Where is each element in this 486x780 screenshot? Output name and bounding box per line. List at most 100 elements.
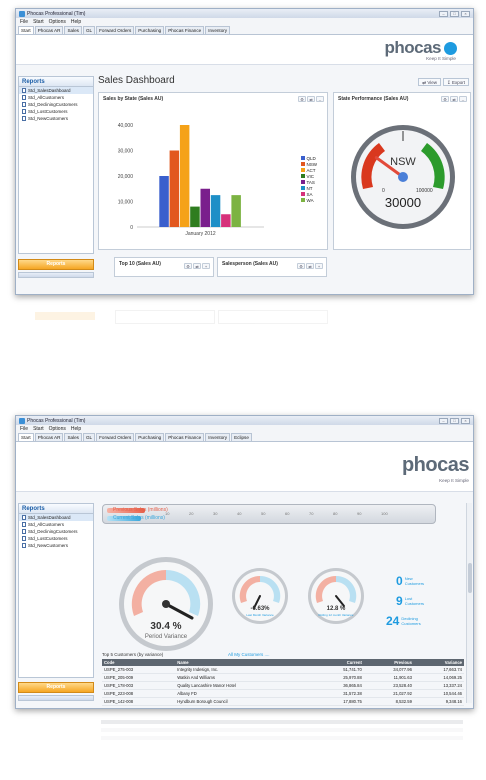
sidebar-item-sales-dashboard[interactable]: Std_SalesDashboard xyxy=(19,87,93,94)
reflection-panel xyxy=(115,310,215,324)
screenshot-sales-dashboard: Phocas Professional (Tim) – □ × File Sta… xyxy=(15,8,474,295)
minimize-panel-icon[interactable]: – xyxy=(459,96,467,102)
settings-icon[interactable]: ⚙ xyxy=(297,263,305,269)
tab-phocas-finance[interactable]: Phocas Finance xyxy=(165,433,205,441)
tab-purchasing[interactable]: Purchasing xyxy=(135,26,165,34)
table-row[interactable]: USPE_205-009 Watkin And Williams 25,970.88… xyxy=(102,673,464,682)
tab-sales[interactable]: Sales xyxy=(64,433,82,441)
sidebar-item-new-customers[interactable]: Std_NewCustomers xyxy=(19,115,93,122)
kpi-label: New Customers xyxy=(405,576,424,586)
bar-sa[interactable] xyxy=(221,214,231,227)
table-cell: USPE_178-003 xyxy=(102,681,176,690)
kpi-label: Declining Customers xyxy=(401,616,420,626)
menu-file[interactable]: File xyxy=(20,426,28,432)
legend-swatch xyxy=(300,162,305,166)
scrollbar-thumb[interactable] xyxy=(468,563,472,593)
menu-options[interactable]: Options xyxy=(49,426,66,432)
minimize-icon[interactable]: – xyxy=(439,417,448,424)
minimize-icon[interactable]: – xyxy=(439,10,448,17)
sidebar-item-lost-customers[interactable]: Std_LostCustomers xyxy=(19,535,93,542)
kpi-lost-customers[interactable]: 9 Lost Customers xyxy=(396,594,424,608)
maximize-icon[interactable]: □ xyxy=(450,417,459,424)
bar-nt[interactable] xyxy=(210,195,221,227)
table-row[interactable]: USPE_142-008 Hyndburn Borough Council 17,8… xyxy=(102,697,464,706)
table-cell: 25,970.88 xyxy=(313,673,364,682)
link-icon[interactable]: ⇄ xyxy=(193,263,201,269)
settings-icon[interactable]: ⚙ xyxy=(298,96,306,102)
sidebar-item-declining-customers[interactable]: Std_DecliningCustomers xyxy=(19,528,93,535)
minimize-panel-icon[interactable]: – xyxy=(316,96,324,102)
close-icon[interactable]: × xyxy=(461,417,470,424)
menu-start[interactable]: Start xyxy=(33,426,44,432)
bar-act[interactable] xyxy=(179,125,190,227)
tab-gl[interactable]: GL xyxy=(82,433,96,441)
tab-forward-orders[interactable]: Forward Orders xyxy=(96,433,135,441)
reports-footer-button[interactable]: Reports xyxy=(18,682,94,693)
tab-start[interactable]: Start xyxy=(18,26,34,34)
table-row[interactable]: USPE_275-003 Integrity Indesign, Inc. 51,7… xyxy=(102,666,464,674)
sidebar-item-sales-dashboard[interactable]: Std_SalesDashboard xyxy=(19,514,93,521)
kpi-declining-customers[interactable]: 24 Declining Customers xyxy=(386,614,421,628)
menu-start[interactable]: Start xyxy=(33,19,44,25)
col-code[interactable]: Code xyxy=(102,659,176,666)
sidebar-item-declining-customers[interactable]: Std_DecliningCustomers xyxy=(19,101,93,108)
table-row[interactable]: USPE_178-003 Quality Lancashire Manor Hot… xyxy=(102,681,464,690)
menu-file[interactable]: File xyxy=(20,19,28,25)
col-previous[interactable]: Previous xyxy=(363,659,414,666)
all-customers-link[interactable]: All My Customers .... xyxy=(228,652,270,657)
link-icon[interactable]: ⇄ xyxy=(450,96,458,102)
panel-title: Sales by State (Sales AU) xyxy=(103,96,164,102)
export-button[interactable]: ↧ Export xyxy=(442,78,469,86)
tab-forward-orders[interactable]: Forward Orders xyxy=(96,26,135,34)
sidebar-item-label: Std_AllCustomers xyxy=(28,522,65,527)
tab-inventory[interactable]: Inventory xyxy=(205,433,231,441)
link-icon[interactable]: ⇄ xyxy=(307,96,315,102)
legend-item-wa[interactable]: WA xyxy=(300,197,318,203)
col-current[interactable]: Current xyxy=(313,659,364,666)
sidebar-item-all-customers[interactable]: Std_AllCustomers xyxy=(19,94,93,101)
legend-label: ACT xyxy=(306,167,316,173)
settings-icon[interactable]: ⚙ xyxy=(184,263,192,269)
settings-icon[interactable]: ⚙ xyxy=(441,96,449,102)
col-variance[interactable]: Variance xyxy=(413,659,464,666)
bar-vic[interactable] xyxy=(190,206,200,227)
link-icon[interactable]: ⇄ xyxy=(306,263,314,269)
vertical-scrollbar[interactable] xyxy=(466,503,472,703)
add-icon[interactable]: + xyxy=(202,263,210,269)
tab-phocas-ar[interactable]: Phocas AR xyxy=(34,433,64,441)
view-button[interactable]: ⇄ View xyxy=(418,78,441,86)
bar-nsw[interactable] xyxy=(169,150,180,228)
bar-qld[interactable] xyxy=(159,176,169,227)
tab-sales[interactable]: Sales xyxy=(64,26,82,34)
menu-help[interactable]: Help xyxy=(71,426,81,432)
sidebar-item-new-customers[interactable]: Std_NewCustomers xyxy=(19,542,93,549)
table-row[interactable]: USPE_223-008 Albany FD 31,572.38 21,027.92 1… xyxy=(102,689,464,698)
table-cell: 34,077.96 xyxy=(363,666,414,674)
tab-phocas-ar[interactable]: Phocas AR xyxy=(34,26,64,34)
title-bar: Phocas Professional (Tim) – □ × xyxy=(16,9,473,18)
tab-start[interactable]: Start xyxy=(18,433,34,441)
sidebar-item-label: Std_DecliningCustomers xyxy=(28,102,78,107)
menu-options[interactable]: Options xyxy=(49,19,66,25)
bar-tas[interactable] xyxy=(200,188,211,227)
tab-inventory[interactable]: Inventory xyxy=(205,26,231,34)
reports-footer-button[interactable]: Reports xyxy=(18,259,94,270)
current-sales-label: Current Sales (millions) xyxy=(113,515,165,521)
scale-tick-label: 50 xyxy=(261,511,266,516)
menu-help[interactable]: Help xyxy=(71,19,81,25)
tab-gl[interactable]: GL xyxy=(82,26,96,34)
sidebar-item-lost-customers[interactable]: Std_LostCustomers xyxy=(19,108,93,115)
bar-wa[interactable] xyxy=(231,195,241,227)
col-name[interactable]: Name xyxy=(175,659,314,666)
tab-purchasing[interactable]: Purchasing xyxy=(135,433,165,441)
close-icon[interactable]: × xyxy=(461,10,470,17)
sidebar-item-all-customers[interactable]: Std_AllCustomers xyxy=(19,521,93,528)
tab-phocas-finance[interactable]: Phocas Finance xyxy=(165,26,205,34)
add-icon[interactable]: + xyxy=(315,263,323,269)
reflection-table-row xyxy=(101,720,463,724)
kpi-new-customers[interactable]: 0 New Customers xyxy=(396,574,424,588)
rolling-variance-gauge: 12.8 % Rolling 12 month Variance xyxy=(308,568,364,624)
maximize-icon[interactable]: □ xyxy=(450,10,459,17)
tab-eclipse[interactable]: Eclipse xyxy=(231,433,252,441)
gauge-hub xyxy=(398,172,408,182)
